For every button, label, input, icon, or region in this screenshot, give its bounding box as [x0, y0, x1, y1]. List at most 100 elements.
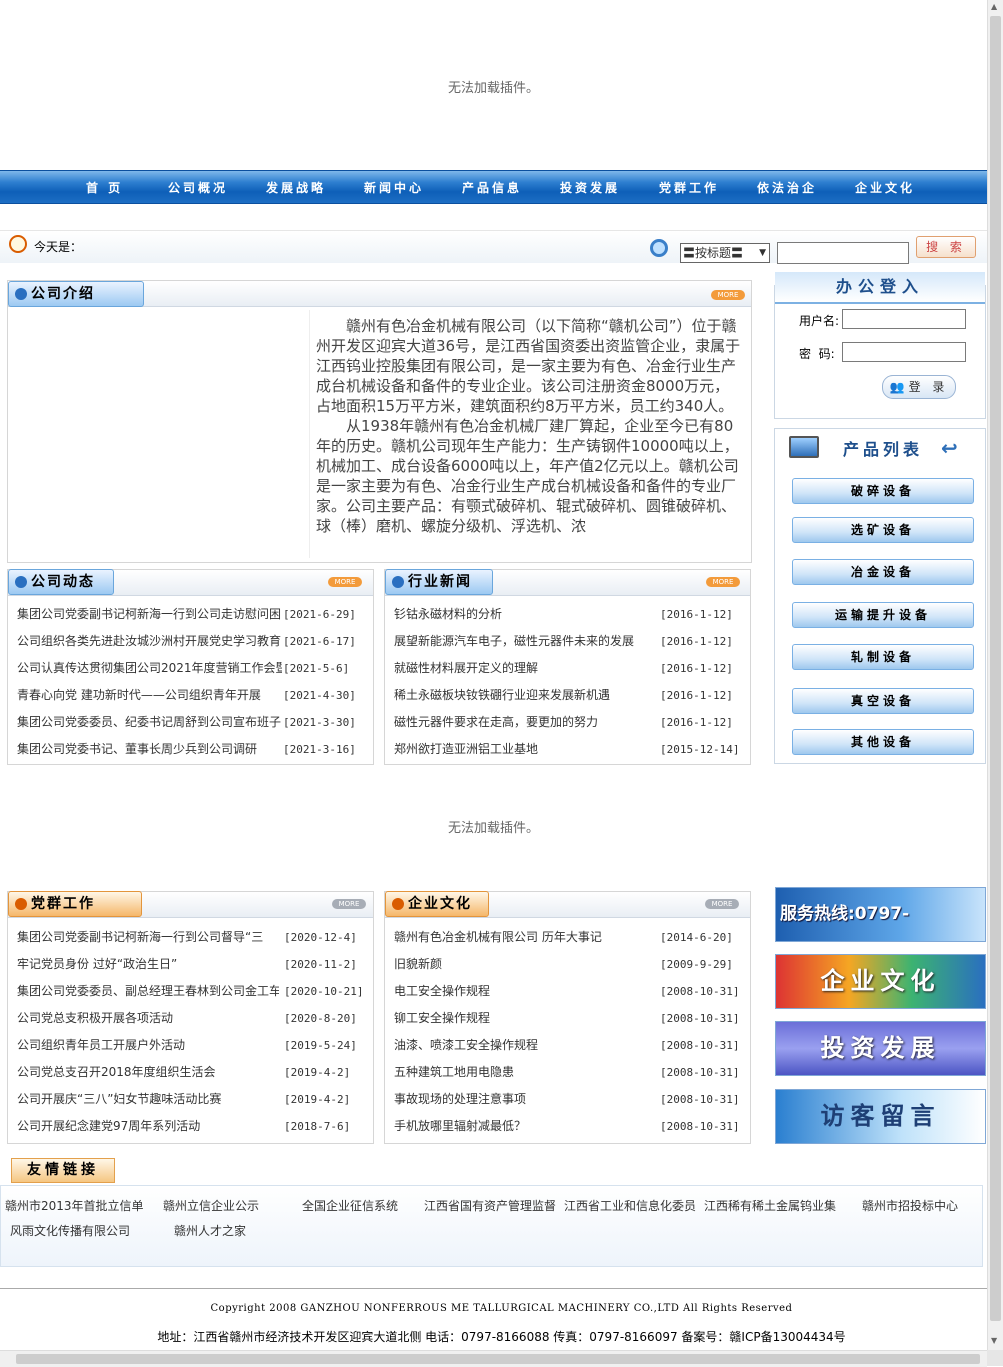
list-item[interactable]: 事故现场的处理注意事项 [2008-10-31] — [394, 1086, 744, 1113]
list-item[interactable]: 磁性元器件要求在走高，要更加的努力 [2016-1-12] — [394, 709, 744, 736]
list-item[interactable]: 五种建筑工地用电隐患 [2008-10-31] — [394, 1059, 744, 1086]
nav-home[interactable]: 首 页 — [86, 179, 123, 196]
address: 地址：江西省赣州市经济技术开发区迎宾大道北侧 电话：0797-8166088 传… — [157, 1330, 846, 1344]
clock-icon — [9, 235, 27, 253]
company-news-tab: 公司动态 — [8, 569, 114, 595]
arrow-icon — [15, 898, 27, 910]
horizontal-scrollbar[interactable] — [0, 1350, 987, 1367]
links-title: 友情链接 — [11, 1158, 115, 1183]
list-item[interactable]: 公司认真传达贯彻集团公司2021年度营销工作会暨 [2021-5-6] — [17, 655, 367, 682]
product-hoisting[interactable]: 运输提升设备 — [792, 602, 974, 628]
list-item[interactable]: 铆工安全操作规程 [2008-10-31] — [394, 1005, 744, 1032]
list-item[interactable]: 公司组织各类先进赴汝城沙洲村开展党史学习教育 [2021-6-17] — [17, 628, 367, 655]
search-input[interactable] — [777, 242, 909, 264]
vertical-scrollbar[interactable]: ▲ ▼ — [987, 0, 1003, 1352]
product-ore-dressing[interactable]: 选矿设备 — [792, 517, 974, 543]
company-news-title: 公司动态 — [31, 574, 95, 590]
product-metallurgy[interactable]: 冶金设备 — [792, 559, 974, 585]
industry-news-more-button[interactable]: MORE — [706, 577, 740, 587]
vertical-scroll-thumb[interactable] — [990, 16, 1001, 1321]
product-list-title: 产品列表 — [843, 440, 924, 459]
hotline-banner[interactable]: 服务热线:0797-8166088 — [775, 887, 986, 977]
link-item[interactable]: 江西省工业和信息化委员 — [564, 1197, 696, 1214]
culture-list: 赣州有色冶金机械有限公司 历年大事记 [2014-6-20] 旧貌新颜 [2009-… — [394, 924, 744, 1140]
culture-more-button[interactable]: MORE — [705, 899, 739, 909]
nav-news[interactable]: 新闻中心 — [364, 179, 424, 196]
culture-title: 企业文化 — [408, 896, 472, 912]
list-item[interactable]: 稀土永磁板块钕铁硼行业迎来发展新机遇 [2016-1-12] — [394, 682, 744, 709]
nav-law[interactable]: 依法治企 — [757, 179, 817, 196]
culture-tab: 企业文化 — [385, 891, 489, 917]
list-item[interactable]: 公司开展纪念建党97周年系列活动 [2018-7-6] — [17, 1113, 367, 1140]
party-work-list: 集团公司党委副书记柯新海一行到公司督导“三 [2020-12-4] 牢记党员身份 … — [17, 924, 367, 1140]
party-work-title: 党群工作 — [31, 896, 95, 912]
guestbook-banner[interactable]: 访客留言 — [775, 1089, 986, 1144]
list-item[interactable]: 集团公司党委委员、纪委书记周舒到公司宣布班子 [2021-3-30] — [17, 709, 367, 736]
list-item[interactable]: 公司党总支召开2018年度组织生活会 [2019-4-2] — [17, 1059, 367, 1086]
link-item[interactable]: 全国企业征信系统 — [302, 1197, 398, 1214]
link-item[interactable]: 风雨文化传播有限公司 — [10, 1222, 130, 1239]
product-crushing[interactable]: 破碎设备 — [792, 478, 974, 504]
intro-para-1: 赣州有色冶金机械有限公司（以下简称“赣机公司”）位于赣州开发区迎宾大道36号，是… — [316, 317, 741, 415]
intro-more-button[interactable]: MORE — [711, 290, 745, 300]
link-item[interactable]: 赣州立信企业公示 — [163, 1197, 259, 1214]
username-field[interactable] — [842, 309, 966, 329]
industry-news-title: 行业新闻 — [408, 574, 472, 590]
investment-banner[interactable]: 投资发展 — [775, 1021, 986, 1076]
product-vacuum[interactable]: 真空设备 — [792, 688, 974, 714]
intro-text: 赣州有色冶金机械有限公司（以下简称“赣机公司”）位于赣州开发区迎宾大道36号，是… — [316, 316, 742, 556]
scroll-down-icon[interactable]: ▼ — [991, 1336, 997, 1345]
nav-company[interactable]: 公司概况 — [168, 179, 228, 196]
password-field[interactable] — [842, 342, 966, 362]
list-item[interactable]: 集团公司党委副书记柯新海一行到公司走访慰问困 [2021-6-29] — [17, 601, 367, 628]
nav-strategy[interactable]: 发展战略 — [266, 179, 326, 196]
culture-banner[interactable]: 企业文化 — [775, 954, 986, 1009]
link-item[interactable]: 赣州人才之家 — [174, 1222, 246, 1239]
list-item[interactable]: 手机放哪里辐射减最低？ [2008-10-31] — [394, 1113, 744, 1140]
list-item[interactable]: 牢记党员身份 过好“政治生日” [2020-11-2] — [17, 951, 367, 978]
list-item[interactable]: 公司党总支积极开展各项活动 [2020-8-20] — [17, 1005, 367, 1032]
search-type-select[interactable]: 〓按标题〓 ▼ — [680, 243, 770, 263]
link-item[interactable]: 赣州市2013年首批立信单 — [5, 1197, 144, 1214]
nav-party[interactable]: 党群工作 — [659, 179, 719, 196]
list-item[interactable]: 赣州有色冶金机械有限公司 历年大事记 [2014-6-20] — [394, 924, 744, 951]
username-label: 用户名: — [799, 314, 840, 328]
list-item[interactable]: 公司开展庆“三八”妇女节趣味活动比赛 [2019-4-2] — [17, 1086, 367, 1113]
back-arrow-icon: ↩ — [941, 436, 962, 460]
list-item[interactable]: 电工安全操作规程 [2008-10-31] — [394, 978, 744, 1005]
company-news-more-button[interactable]: MORE — [328, 577, 362, 587]
party-work-more-button[interactable]: MORE — [332, 899, 366, 909]
list-item[interactable]: 钐钴永磁材料的分析 [2016-1-12] — [394, 601, 744, 628]
list-item[interactable]: 就磁性材料展开定义的理解 [2016-1-12] — [394, 655, 744, 682]
list-item[interactable]: 集团公司党委委员、副总经理王春林到公司金工车 [2020-10-21] — [17, 978, 367, 1005]
main-nav: 首 页 公司概况 发展战略 新闻中心 产品信息 投资发展 党群工作 依法治企 企… — [0, 170, 987, 204]
list-item[interactable]: 展望新能源汽车电子，磁性元器件未来的发展 [2016-1-12] — [394, 628, 744, 655]
login-title: 办公登入 — [775, 272, 985, 304]
footer-divider — [0, 1288, 987, 1289]
nav-investment[interactable]: 投资发展 — [560, 179, 620, 196]
nav-products[interactable]: 产品信息 — [462, 179, 522, 196]
link-item[interactable]: 江西省国有资产管理监督 — [424, 1197, 556, 1214]
link-item[interactable]: 赣州市招投标中心 — [862, 1197, 958, 1214]
product-other[interactable]: 其他设备 — [792, 729, 974, 755]
list-item[interactable]: 郑州欲打造亚洲铝工业基地 [2015-12-14] — [394, 736, 744, 763]
list-item[interactable]: 集团公司党委书记、董事长周少兵到公司调研 [2021-3-16] — [17, 736, 367, 763]
intro-tab: 公司介绍 — [8, 281, 144, 307]
horizontal-scroll-thumb[interactable] — [16, 1354, 980, 1364]
list-item[interactable]: 旧貌新颜 [2009-9-29] — [394, 951, 744, 978]
nav-culture[interactable]: 企业文化 — [855, 179, 915, 196]
intro-title: 公司介绍 — [31, 286, 95, 302]
intro-image-area — [9, 310, 310, 558]
list-item[interactable]: 青春心向党 建功新时代——公司组织青年开展 [2021-4-30] — [17, 682, 367, 709]
search-icon — [650, 239, 668, 257]
scroll-up-icon[interactable]: ▲ — [991, 2, 997, 11]
arrow-icon — [15, 288, 27, 300]
link-item[interactable]: 江西稀有稀土金属钨业集 — [704, 1197, 836, 1214]
product-rolling[interactable]: 轧制设备 — [792, 644, 974, 670]
list-item[interactable]: 公司组织青年员工开展户外活动 [2019-5-24] — [17, 1032, 367, 1059]
monitor-icon — [789, 436, 819, 458]
login-button[interactable]: 👥登 录 — [882, 375, 956, 399]
list-item[interactable]: 集团公司党委副书记柯新海一行到公司督导“三 [2020-12-4] — [17, 924, 367, 951]
search-button[interactable]: 搜 索 — [916, 236, 976, 258]
list-item[interactable]: 油漆、喷漆工安全操作规程 [2008-10-31] — [394, 1032, 744, 1059]
